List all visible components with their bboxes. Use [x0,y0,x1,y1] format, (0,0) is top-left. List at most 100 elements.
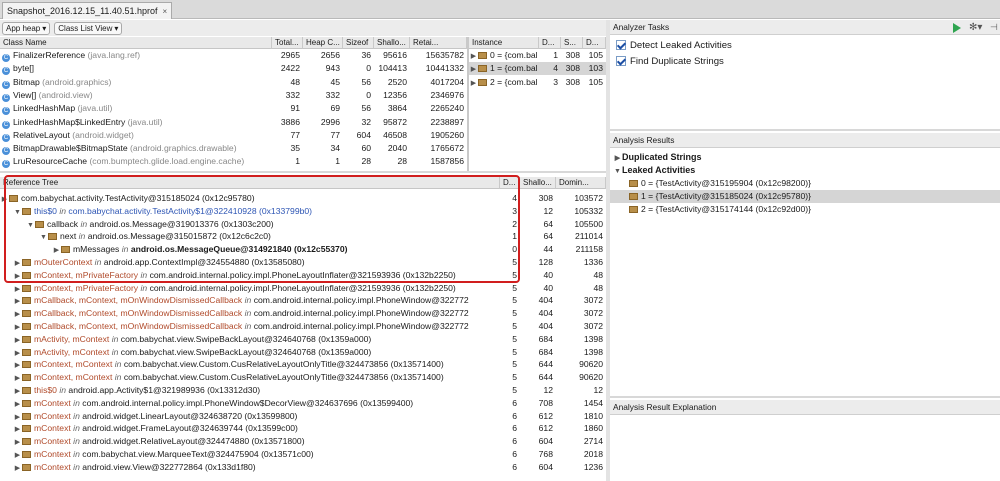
task-find-duplicates[interactable]: Find Duplicate Strings [616,56,724,67]
expand-arrow-icon[interactable]: ▶ [13,462,22,474]
instance-row[interactable]: ▶ 1 = {com.bal 4 308 103 [469,62,606,76]
expand-arrow-icon[interactable]: ▶ [13,359,22,371]
col-class-name[interactable]: Class Name [0,37,272,49]
expand-arrow-icon[interactable]: ▶ [13,411,22,423]
heap-dropdown[interactable]: App heap ▾ [2,21,51,35]
col-depth[interactable]: D... [539,37,561,49]
reference-row[interactable]: ▶ mCallback, mContext, mOnWindowDismissed… [0,294,606,307]
expand-arrow-icon[interactable]: ▶ [13,308,22,320]
col-retained[interactable]: Retai... [410,37,467,49]
class-icon: C [2,120,10,129]
run-icon[interactable] [953,23,961,33]
in-keyword: in [59,385,67,395]
class-total-cell: 91 [290,103,300,114]
leak-item-0[interactable]: 0 = {TestActivity@315195904 (0x12c98200)… [610,177,1000,190]
result-leaked-activities[interactable]: ▼Leaked Activities [613,164,695,177]
instance-row[interactable]: ▶ 0 = {com.bal 1 308 105 [469,49,606,62]
expand-arrow-icon[interactable]: ▶ [13,347,22,359]
leak-item-1[interactable]: 1 = {TestActivity@315185024 (0x12c95780)… [610,190,1000,203]
reference-row[interactable]: ▶ mCallback, mContext, mOnWindowDismissed… [0,307,606,320]
col-ref-dominating[interactable]: Domin... [556,177,606,189]
in-keyword: in [73,461,80,472]
checkbox-find-duplicates[interactable] [616,56,626,66]
class-row[interactable]: C RelativeLayout (android.widget) 77 77 604 4… [0,129,467,142]
reference-row[interactable]: ▶ mContext, mContext in com.babychat.view… [0,371,606,384]
reference-shallow-cell: 708 [538,397,553,408]
reference-row[interactable]: ▶ mContext in android.widget.LinearLayout… [0,410,606,423]
class-row[interactable]: C FinalizerReference (java.lang.ref) 2965 2… [0,49,467,62]
hide-icon[interactable]: ⊣ [990,20,998,35]
task-detect-leaks[interactable]: Detect Leaked Activities [616,40,732,51]
expand-arrow-icon[interactable]: ▶ [13,398,22,410]
in-keyword: in [73,423,80,434]
reference-row[interactable]: ▶ mContext in android.widget.RelativeLayo… [0,435,606,448]
class-row[interactable]: Cbyte[] 2422 943 0 104413 10441332 [0,62,467,76]
class-row[interactable]: C LruResourceCache (com.bumptech.glide.lo… [0,155,467,169]
tasks-results-divider[interactable] [610,129,1000,131]
reference-object: android.widget.RelativeLayout@324474880 … [82,436,305,447]
expand-arrow-icon[interactable]: ▶ [13,321,22,333]
class-table: Class Name Total... Heap C... Sizeof Sha… [0,37,467,170]
view-dropdown[interactable]: Class List View ▾ [54,21,123,35]
analyzer-panel: Analyzer Tasks ✻▾ ⊣ Detect Leaked Activi… [610,20,1000,481]
class-icon: C [2,93,10,102]
class-row[interactable]: C LinkedHashMap (java.util) 91 69 56 3864 2265… [0,102,467,116]
expand-arrow-icon[interactable]: ▶ [13,436,22,448]
checkbox-detect-leaks[interactable] [616,40,626,50]
class-row[interactable]: C Bitmap (android.graphics) 48 45 56 2520 4017… [0,76,467,89]
reference-row[interactable]: ▶ mCallback, mContext, mOnWindowDismissed… [0,320,606,333]
class-package: (android.widget) [72,129,134,140]
class-sizeof-cell: 36 [361,50,371,60]
col-heap-count[interactable]: Heap C... [303,37,343,49]
horizontal-divider[interactable] [0,171,606,173]
file-tab[interactable]: Snapshot_2016.12.15_11.40.51.hprof × [2,2,173,19]
expand-arrow-icon[interactable]: ▶ [13,449,22,461]
result-duplicated-strings[interactable]: ▶ Duplicated Strings [613,151,702,164]
col-total[interactable]: Total... [272,37,303,49]
expand-arrow-icon[interactable]: ▶ [469,63,478,75]
reference-row[interactable]: ▶ mContext, mContext in com.babychat.view… [0,358,606,371]
reference-row[interactable]: ▶ mContext, mPrivateFactory in com.androi… [0,282,606,295]
col-shallow-size[interactable]: S... [561,37,583,49]
class-retained-cell: 1587856 [430,156,464,167]
col-shallow[interactable]: Shallo... [374,37,410,49]
col-dominating[interactable]: D... [583,37,606,49]
class-row[interactable]: C LinkedHashMap$LinkedEntry (java.util) 38… [0,116,467,129]
gear-icon[interactable]: ✻▾ [969,20,982,35]
reference-text-cell: ▶ mContext, mContext in com.babychat.view… [13,371,500,384]
col-sizeof[interactable]: Sizeof [343,37,374,49]
in-keyword: in [140,282,148,293]
instance-row[interactable]: ▶ 2 = {com.bal 3 308 105 [469,76,606,89]
results-explanation-divider[interactable] [610,396,1000,398]
reference-dominating-cell: 48 [593,282,603,293]
reference-row[interactable]: ▶ mActivity, mContext in com.babychat.vie… [0,333,606,346]
col-ref-shallow[interactable]: Shallo... [520,177,556,189]
reference-row[interactable]: ▶ this$0 in android.app.Activity$1@321989… [0,384,606,397]
reference-row[interactable]: ▶ mContext in com.android.internal.policy… [0,397,606,410]
expand-arrow-icon[interactable]: ▶ [469,77,478,89]
expand-arrow-icon[interactable]: ▶ [13,385,22,397]
reference-field: mContext [34,461,71,472]
instance-depth-cell: 3 [553,76,558,87]
analyzer-tasks-title: Analyzer Tasks [613,22,670,32]
reference-row[interactable]: ▶ mContext in com.babychat.view.MarqueeTe… [0,448,606,461]
reference-row[interactable]: ▶ mActivity, mContext in com.babychat.vie… [0,346,606,359]
reference-text-cell: ▶ mCallback, mContext, mOnWindowDismissed… [13,320,500,333]
expand-arrow-icon[interactable]: ▶ [469,50,478,62]
leak-item-2[interactable]: 2 = {TestActivity@315174144 (0x12c92d00)… [610,203,1000,216]
instance-dominating-cell: 105 [588,50,603,60]
expand-arrow-icon[interactable]: ▶ [13,423,22,435]
class-row[interactable]: C BitmapDrawable$BitmapState (android.gra… [0,142,467,156]
reference-row[interactable]: ▶ mContext in android.view.View@322772864… [0,461,606,474]
close-icon[interactable]: × [162,7,167,16]
reference-row[interactable]: ▶ mContext in android.widget.FrameLayout@… [0,422,606,435]
expand-arrow-icon[interactable]: ▶ [13,295,22,307]
reference-shallow-cell: 604 [538,461,553,472]
reference-object: com.babychat.view.SwipeBackLayout@324640… [120,346,372,357]
expand-arrow-icon[interactable]: ▶ [13,283,22,295]
expand-arrow-icon[interactable]: ▶ [13,334,22,346]
class-row[interactable]: C View[] (android.view) 332 332 0 12356 234697… [0,89,467,102]
class-heap-cell: 2996 [320,116,340,127]
col-instance[interactable]: Instance [469,37,539,49]
expand-arrow-icon[interactable]: ▶ [13,372,22,384]
